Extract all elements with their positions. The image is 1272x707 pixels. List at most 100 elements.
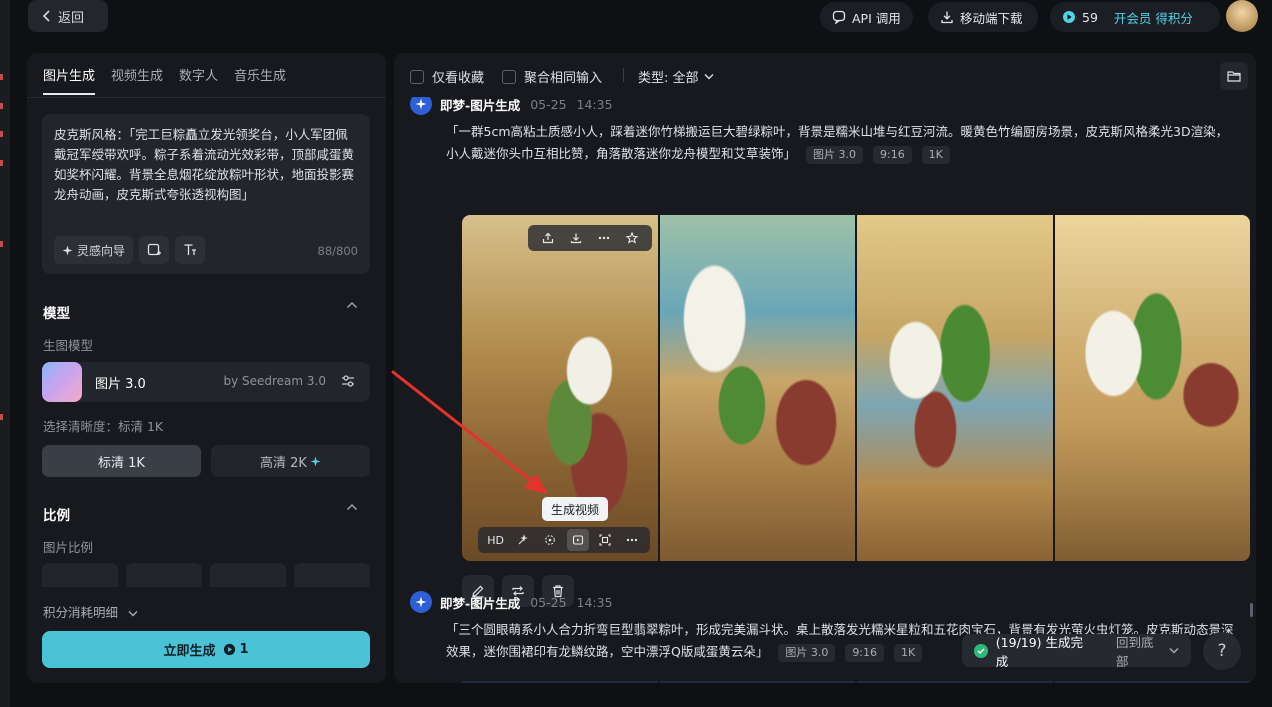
prompt-input[interactable]: 皮克斯风格：「完工巨粽矗立发光领奖台，小人军团佩戴冠军绶带欢呼。粽子系着流动光效… [42, 114, 370, 274]
type-filter-dropdown[interactable]: 类型: 全部 [638, 67, 714, 86]
chat-bubble-icon [832, 10, 846, 24]
generate-button[interactable]: 立即生成 1 [42, 631, 370, 668]
generate-video-icon[interactable] [566, 529, 589, 551]
chevron-down-icon [128, 610, 138, 617]
hd-upscale-button[interactable]: HD [485, 529, 507, 551]
mode-tabs: 图片生成 视频生成 数字人 音乐生成 [43, 65, 286, 95]
help-button[interactable]: ? [1203, 632, 1241, 670]
chevron-up-icon[interactable] [346, 503, 358, 511]
eraser-icon[interactable] [539, 529, 561, 551]
credit-coin-icon [1062, 10, 1076, 24]
folder-icon [1227, 70, 1241, 82]
expand-canvas-icon[interactable] [594, 529, 616, 551]
record-source: 即梦-图片生成 [440, 595, 521, 611]
group-same-input-checkbox[interactable]: 聚合相同输入 [502, 67, 602, 86]
group-same-input-label: 聚合相同输入 [524, 71, 603, 86]
credit-detail-toggle[interactable]: 积分消耗明细 [43, 602, 138, 621]
image-add-icon [147, 243, 162, 257]
chevron-up-icon[interactable] [346, 301, 358, 309]
generate-cost-value: 1 [239, 642, 249, 657]
record-header: 即梦-图片生成 05-25 14:35 [410, 591, 1240, 613]
text-style-button[interactable] [175, 236, 206, 264]
star-icon[interactable] [621, 227, 643, 249]
mobile-download-button[interactable]: 移动端下载 [928, 2, 1038, 32]
scrollbar[interactable] [1250, 603, 1253, 617]
tab-video-generation[interactable]: 视频生成 [111, 65, 163, 95]
generate-video-tooltip: 生成视频 [542, 497, 609, 521]
magic-wand-icon[interactable] [512, 529, 534, 551]
download-icon [940, 10, 954, 24]
generated-image[interactable] [462, 681, 658, 683]
generated-image[interactable] [1054, 681, 1250, 683]
resolution-label: 选择清晰度：标清 1K [43, 419, 164, 434]
ratio-option[interactable] [42, 563, 118, 587]
generate-label: 立即生成 [163, 644, 216, 659]
window-edge [0, 0, 10, 707]
generate-cost: 1 [223, 642, 249, 657]
more-icon[interactable] [593, 227, 615, 249]
record-prompt[interactable]: 「一群5cm高粘土质感小人，踩着迷你竹梯搬运巨大碧绿粽叶，背景是糯米山堆与红豆河… [446, 121, 1236, 165]
prompt-text[interactable]: 皮克斯风格：「完工巨粽矗立发光领奖台，小人军团佩戴冠军绶带欢呼。粽子系着流动光效… [54, 125, 358, 205]
download-icon[interactable] [565, 227, 587, 249]
record-time: 14:35 [576, 96, 613, 112]
member-label: 开会员 得积分 [1113, 10, 1193, 26]
image-results-grid [462, 681, 1250, 683]
back-button[interactable]: 返回 [28, 0, 108, 32]
avatar[interactable] [1226, 0, 1258, 32]
generated-image[interactable] [857, 215, 1053, 561]
model-section-title: 模型 [43, 306, 70, 322]
generated-image[interactable]: 生成视频 HD [462, 215, 658, 561]
tab-divider [27, 97, 386, 98]
generation-settings-panel: 图片生成 视频生成 数字人 音乐生成 皮克斯风格：「完工巨粽矗立发光领奖台，小人… [27, 53, 386, 683]
generated-image[interactable] [1054, 215, 1250, 561]
back-label: 返回 [58, 10, 85, 26]
back-to-bottom-button[interactable]: 回到底部 [1116, 632, 1179, 670]
generated-image[interactable] [659, 681, 855, 683]
results-panel: 仅看收藏 聚合相同输入 类型: 全部 即梦-图片生成 05-25 14:35 「… [394, 53, 1256, 683]
tab-music-generation[interactable]: 音乐生成 [234, 65, 286, 95]
credit-detail-label: 积分消耗明细 [43, 605, 119, 620]
inspiration-button[interactable]: 灵感向导 [54, 236, 134, 264]
membership-button[interactable]: 59 开会员 得积分 [1050, 2, 1220, 32]
record-date: 05-25 [530, 96, 567, 112]
filter-divider [623, 68, 624, 82]
ratio-option[interactable] [210, 563, 286, 587]
chevron-left-icon [42, 10, 52, 22]
tab-digital-human[interactable]: 数字人 [179, 65, 218, 95]
text-format-icon [183, 243, 197, 257]
ratio-option[interactable] [126, 563, 202, 587]
res-sd-label: 标清 1K [98, 455, 145, 471]
model-selector[interactable]: 图片 3.0 by Seedream 3.0 [42, 362, 370, 402]
api-button[interactable]: API 调用 [820, 2, 913, 32]
generation-record: 即梦-图片生成 05-25 14:35 「一群5cm高粘土质感小人，踩着迷你竹梯… [410, 93, 1250, 607]
toast-message: (19/19) 生成完成 [995, 634, 1084, 669]
sliders-icon[interactable] [340, 373, 356, 389]
tag-ratio: 9:16 [872, 146, 912, 164]
resolution-standard-button[interactable]: 标清 1K [42, 445, 201, 477]
tag-model: 图片 3.0 [806, 146, 863, 164]
folder-button[interactable] [1220, 62, 1248, 90]
image-results-grid: 生成视频 HD [462, 215, 1250, 561]
model-sub-label: 生图模型 [43, 338, 94, 353]
record-time: 14:35 [576, 594, 613, 610]
api-label: API 调用 [852, 10, 901, 26]
resolution-high-button[interactable]: 高清 2K [211, 445, 370, 477]
ratio-sub-label: 图片比例 [43, 540, 94, 555]
tag-resolution: 1K [894, 644, 923, 662]
tab-image-generation[interactable]: 图片生成 [43, 65, 96, 95]
add-reference-image-button[interactable] [139, 236, 170, 264]
res-hd-label: 高清 2K [260, 455, 307, 471]
check-circle-icon [974, 643, 988, 658]
generation-complete-toast: (19/19) 生成完成 回到底部 [962, 632, 1191, 670]
generated-image[interactable] [857, 681, 1053, 683]
favorites-only-checkbox[interactable]: 仅看收藏 [410, 67, 484, 86]
share-icon[interactable] [537, 227, 559, 249]
type-filter-label: 类型: 全部 [638, 71, 699, 86]
ratio-option[interactable] [294, 563, 370, 587]
generated-image[interactable] [659, 215, 855, 561]
image-top-toolbar [528, 225, 652, 251]
more-icon[interactable] [621, 529, 643, 551]
chevron-down-icon [704, 73, 714, 80]
filter-bar: 仅看收藏 聚合相同输入 类型: 全部 [394, 53, 1256, 97]
sparkle-icon [310, 455, 321, 467]
